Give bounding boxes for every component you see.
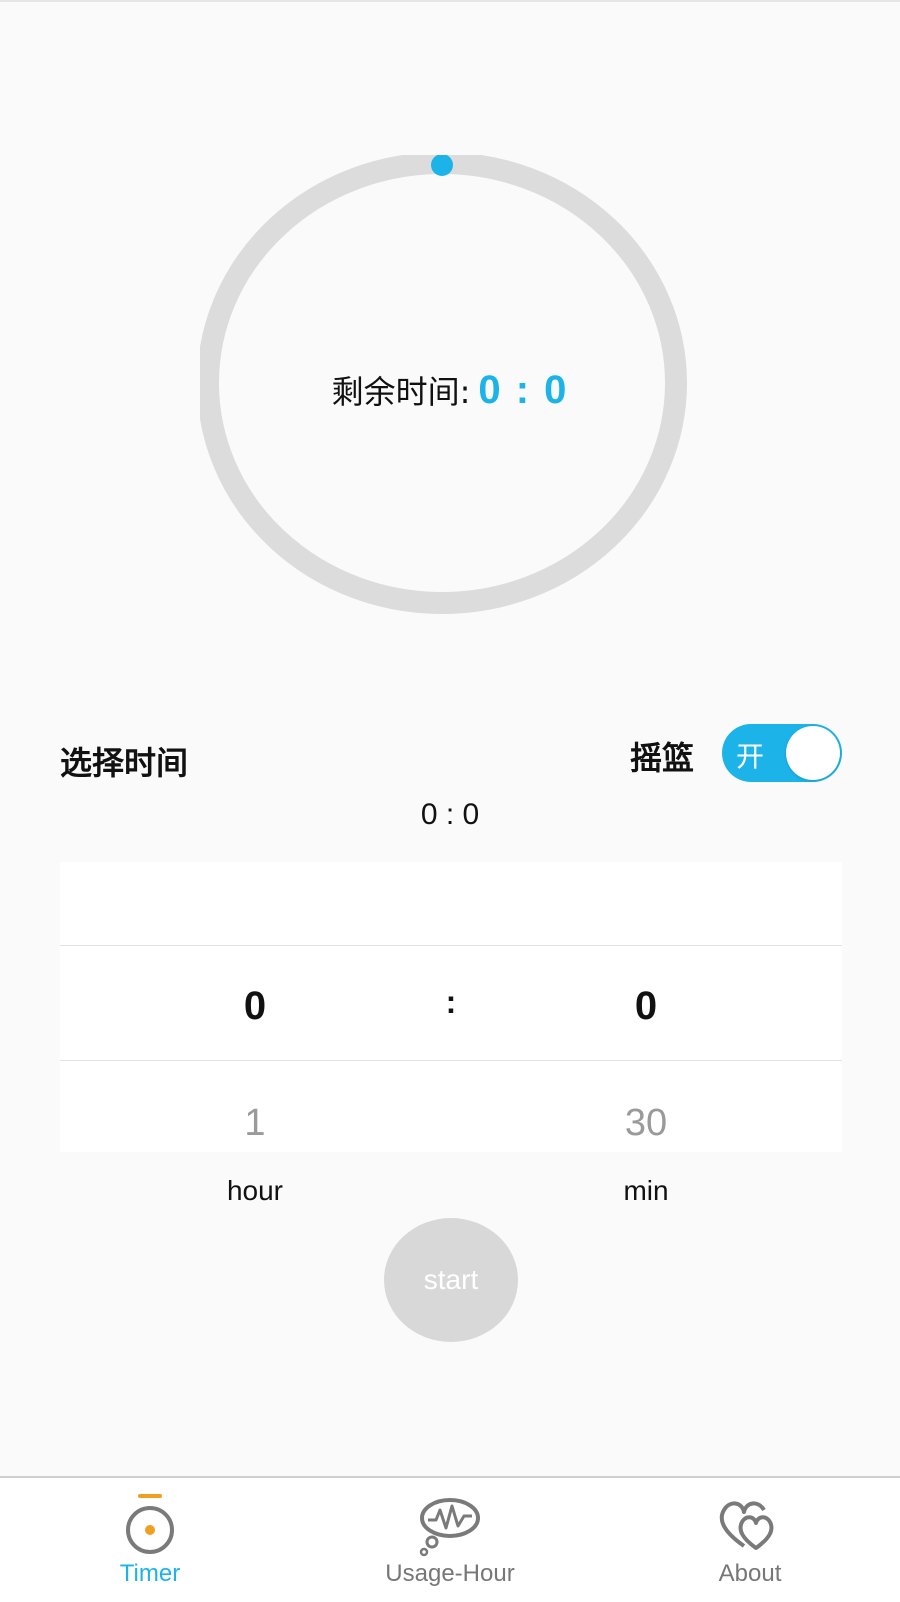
hearts-icon: [719, 1501, 774, 1550]
select-time-title: 选择时间: [60, 744, 189, 782]
remaining-time-label: 剩余时间:: [331, 373, 471, 411]
time-picker: 0 1 : 0 30: [60, 862, 842, 1152]
nav-tab-about[interactable]: About: [600, 1478, 900, 1602]
picker-selection-line-top: [60, 945, 842, 946]
picker-selection-line-bottom: [60, 1060, 842, 1061]
cradle-toggle[interactable]: 开: [722, 724, 842, 782]
nav-tab-timer-label: Timer: [119, 1560, 181, 1587]
cradle-label: 摇篮: [630, 739, 695, 777]
minute-unit-label: min: [623, 1175, 669, 1206]
minute-next-value[interactable]: 30: [566, 1102, 726, 1145]
nav-tab-usage-hour-label: Usage-Hour: [385, 1560, 515, 1587]
remaining-time-value: 0 : 0: [478, 367, 569, 412]
remaining-time-display: 剩余时间: 0 : 0: [200, 367, 700, 413]
nav-tab-usage-hour[interactable]: Usage-Hour: [300, 1478, 600, 1602]
nav-tab-timer[interactable]: Timer: [0, 1478, 300, 1602]
hour-selected-value[interactable]: 0: [175, 984, 335, 1029]
timer-icon: [126, 1494, 174, 1554]
toggle-knob: [786, 726, 840, 780]
hour-next-value[interactable]: 1: [175, 1102, 335, 1145]
bottom-navigation: Timer Usage-Hour About: [0, 1476, 900, 1602]
toggle-on-text: 开: [736, 740, 765, 773]
nav-tab-about-label: About: [718, 1560, 782, 1587]
picked-time: 0 : 0: [420, 798, 480, 831]
start-button[interactable]: start: [384, 1218, 518, 1342]
top-divider: [0, 0, 900, 2]
ring-progress-dot: [431, 155, 453, 176]
countdown-ring: 剩余时间: 0 : 0: [200, 155, 700, 625]
hour-unit-label: hour: [226, 1175, 284, 1206]
picker-separator: :: [445, 984, 457, 1020]
usage-thought-bubble-icon: [419, 1498, 480, 1557]
minute-selected-value[interactable]: 0: [566, 984, 726, 1029]
